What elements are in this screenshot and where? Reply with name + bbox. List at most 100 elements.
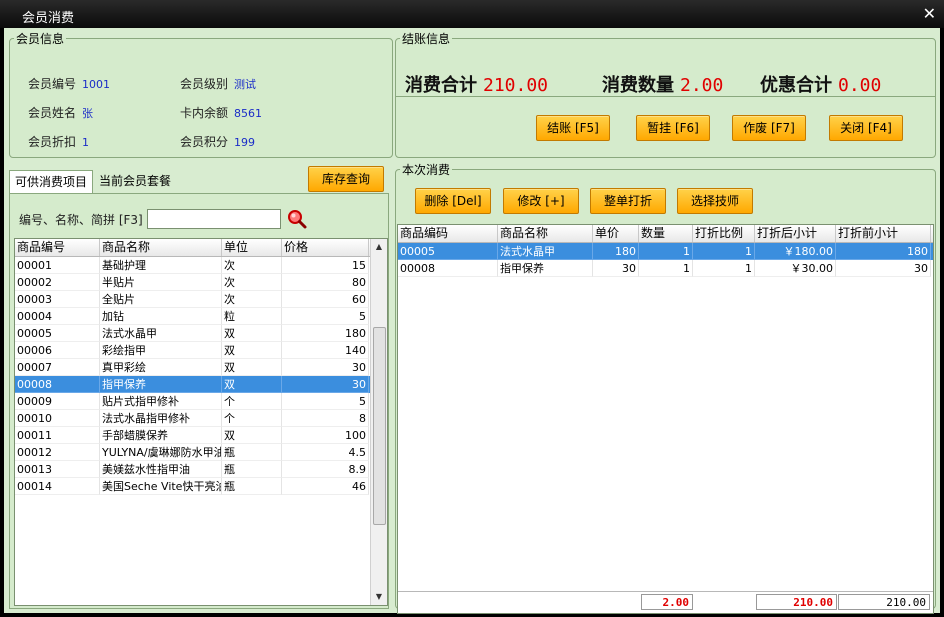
items-scrollbar[interactable]: ▲ ▼: [370, 239, 387, 605]
total-value: 210.00: [483, 75, 549, 96]
close-button[interactable]: 关闭 [F4]: [829, 115, 903, 141]
consumption-cell: ￥30.00: [755, 260, 836, 277]
item-row[interactable]: 00010 法式水晶指甲修补个 8: [15, 410, 371, 427]
item-cell: 15: [282, 257, 369, 274]
item-row[interactable]: 00007 真甲彩绘双 30: [15, 359, 371, 376]
item-cell: 瓶: [222, 478, 282, 495]
select-technician-button[interactable]: 选择技师: [677, 188, 753, 214]
modify-button[interactable]: 修改 [+]: [503, 188, 579, 214]
consumption-cell: 法式水晶甲: [498, 243, 593, 260]
close-icon[interactable]: ✕: [923, 4, 936, 23]
consumption-row[interactable]: 00005 法式水晶甲 180 1 1 ￥180.00 180: [398, 243, 933, 260]
consumption-column-header[interactable]: 数量: [639, 225, 693, 242]
member-id-value: 1001: [82, 78, 111, 91]
current-items-header: 商品编码 商品名称 单价 数量 打折比例 打折后小计 打折前小计: [398, 225, 933, 243]
member-name-field: 会员姓名张: [28, 104, 93, 121]
item-cell: 双: [222, 359, 282, 376]
tab-available-items[interactable]: 可供消费项目: [9, 170, 94, 193]
item-row[interactable]: 00001 基础护理次 15: [15, 257, 371, 274]
item-cell: 00004: [15, 308, 100, 325]
card-balance-label: 卡内余额: [180, 106, 229, 120]
member-info-legend: 会员信息: [16, 32, 65, 46]
settle-button[interactable]: 结账 [F5]: [536, 115, 610, 141]
search-input[interactable]: [147, 209, 281, 229]
item-cell: 贴片式指甲修补: [100, 393, 222, 410]
item-cell: 00006: [15, 342, 100, 359]
item-row[interactable]: 00002 半贴片次 80: [15, 274, 371, 291]
item-cell: 彩绘指甲: [100, 342, 222, 359]
scroll-up-arrow[interactable]: ▲: [371, 239, 387, 255]
consumption-cell: 指甲保养: [498, 260, 593, 277]
item-row[interactable]: 00011 手部蜡膜保养双 100: [15, 427, 371, 444]
item-row[interactable]: 00008 指甲保养双 30: [15, 376, 371, 393]
item-row[interactable]: 00013 美媄兹水性指甲油瓶 8.9: [15, 461, 371, 478]
void-button[interactable]: 作废 [F7]: [732, 115, 806, 141]
member-discount-label: 会员折扣: [28, 135, 77, 149]
item-cell: 双: [222, 427, 282, 444]
current-legend: 本次消费: [402, 163, 451, 177]
item-cell: 全贴片: [100, 291, 222, 308]
item-cell: 46: [282, 478, 369, 495]
item-cell: 00002: [15, 274, 100, 291]
item-row[interactable]: 00014 美国Seche Vite快干亮油瓶 46: [15, 478, 371, 495]
item-cell: 30: [282, 376, 369, 393]
item-cell: 美媄兹水性指甲油: [100, 461, 222, 478]
member-points-label: 会员积分: [180, 135, 229, 149]
consumption-column-header[interactable]: 商品编码: [398, 225, 498, 242]
item-row[interactable]: 00003 全贴片次 60: [15, 291, 371, 308]
item-cell: 60: [282, 291, 369, 308]
item-cell: 粒: [222, 308, 282, 325]
item-cell: 00014: [15, 478, 100, 495]
item-cell: 4.5: [282, 444, 369, 461]
client-area: 会员信息 会员编号 1001 会员级别 测试 会员姓名张 卡内余额 8561 会员折扣…: [4, 28, 940, 614]
before-discount-total-cell: 210.00: [838, 594, 930, 610]
consumption-column-header[interactable]: 打折比例: [693, 225, 755, 242]
consumption-cell: 180: [593, 243, 639, 260]
checkout-divider: [396, 96, 935, 97]
item-row[interactable]: 00004 加钻粒 5: [15, 308, 371, 325]
suspend-button[interactable]: 暂挂 [F6]: [636, 115, 710, 141]
item-row[interactable]: 00009 贴片式指甲修补个 5: [15, 393, 371, 410]
footer-divider: [398, 591, 933, 592]
consumption-column-header[interactable]: 打折前小计: [836, 225, 931, 242]
item-cell: 00003: [15, 291, 100, 308]
consumption-cell: 1: [639, 260, 693, 277]
item-cell: 法式水晶甲: [100, 325, 222, 342]
member-id-field: 会员编号 1001: [28, 75, 110, 92]
available-items-header: 商品编号 商品名称 单位 价格: [15, 239, 371, 257]
item-column-header[interactable]: 价格: [282, 239, 369, 256]
item-cell: 00012: [15, 444, 100, 461]
delete-button[interactable]: 删除 [Del]: [415, 188, 491, 214]
item-cell: 5: [282, 393, 369, 410]
item-cell: 瓶: [222, 444, 282, 461]
item-row[interactable]: 00005 法式水晶甲双 180: [15, 325, 371, 342]
whole-discount-button[interactable]: 整单打折: [590, 188, 666, 214]
item-cell: 8.9: [282, 461, 369, 478]
item-column-header[interactable]: 单位: [222, 239, 282, 256]
item-cell: 30: [282, 359, 369, 376]
item-column-header[interactable]: 商品编号: [15, 239, 100, 256]
current-consumption-group: 本次消费 删除 [Del] 修改 [+] 整单打折 选择技师 商品编码 商品名称单…: [395, 161, 936, 614]
consumption-row[interactable]: 00008 指甲保养 30 1 1 ￥30.00 30: [398, 260, 933, 277]
title-bar[interactable]: 会员消费 ✕: [0, 0, 944, 28]
scroll-down-arrow[interactable]: ▼: [371, 589, 387, 605]
member-points-field: 会员积分 199: [180, 133, 255, 150]
consumption-cell: 1: [693, 243, 755, 260]
item-cell: 00005: [15, 325, 100, 342]
item-cell: 140: [282, 342, 369, 359]
qty-value: 2.00: [680, 75, 724, 96]
item-row[interactable]: 00006 彩绘指甲双 140: [15, 342, 371, 359]
item-column-header[interactable]: 商品名称: [100, 239, 222, 256]
stock-query-button[interactable]: 库存查询: [308, 166, 384, 192]
item-row[interactable]: 00012 YULYNA/虞琳娜防水甲油瓶 4.5: [15, 444, 371, 461]
consumption-cell: 00008: [398, 260, 498, 277]
item-cell: YULYNA/虞琳娜防水甲油: [100, 444, 222, 461]
consumption-column-header[interactable]: 商品名称: [498, 225, 593, 242]
tab-member-packages[interactable]: 当前会员套餐: [94, 170, 176, 192]
search-icon[interactable]: [286, 208, 308, 230]
scroll-thumb[interactable]: [373, 327, 386, 525]
item-cell: 00011: [15, 427, 100, 444]
consumption-column-header[interactable]: 单价: [593, 225, 639, 242]
item-cell: 次: [222, 274, 282, 291]
consumption-column-header[interactable]: 打折后小计: [755, 225, 836, 242]
